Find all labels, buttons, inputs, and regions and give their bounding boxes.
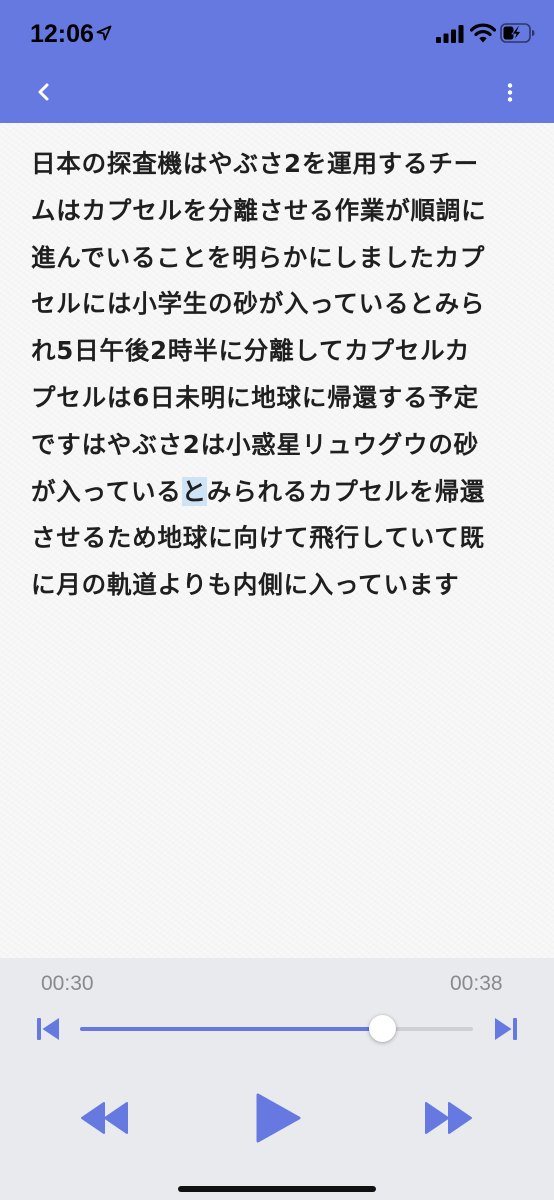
battery-charging-icon — [500, 22, 536, 44]
audio-player: 00:30 00:38 — [0, 958, 554, 1200]
cellular-signal-icon — [436, 25, 464, 43]
back-button[interactable] — [26, 74, 62, 110]
progress-slider[interactable] — [80, 1015, 473, 1042]
skip-to-end-icon — [495, 1018, 517, 1040]
transcript-line: プセルは6日未明に地球に帰還する予定 — [31, 382, 479, 412]
current-time: 00:30 — [41, 972, 94, 995]
rewind-icon — [81, 1102, 128, 1134]
vertical-ellipsis-icon — [507, 83, 513, 102]
transcript-line: が入っているとみられるカプセルを帰還 — [31, 469, 531, 516]
transcript-line: セルには小学生の砂が入っているとみら — [31, 289, 486, 319]
progress-thumb[interactable] — [369, 1015, 396, 1042]
total-time: 00:38 — [450, 972, 503, 995]
wifi-icon — [470, 23, 496, 43]
transcript-line: ムはカプセルを分離させる作業が順調に — [31, 195, 487, 225]
skip-to-start-button[interactable] — [34, 1016, 62, 1042]
transcript-line: 進んでいることを明らかにしましたカプ — [31, 242, 486, 272]
home-indicator[interactable] — [178, 1186, 376, 1192]
rewind-button[interactable] — [80, 1101, 130, 1135]
transcript-segment: が入っている — [31, 476, 182, 506]
transcript-line: 日本の探査機はやぶさ2を運用するチー — [31, 149, 479, 178]
status-time: 12:06 — [30, 20, 94, 48]
skip-to-end-button[interactable] — [492, 1016, 520, 1042]
transcript-line: れ5日午後2時半に分離してカプセルカ — [31, 336, 471, 366]
more-options-button[interactable] — [492, 74, 528, 110]
location-arrow-icon — [96, 25, 112, 41]
transcript-line: に月の軌道よりも内側に入っています — [31, 570, 460, 600]
chevron-left-icon — [38, 83, 49, 101]
current-word-highlight: と — [181, 476, 207, 506]
skip-to-start-icon — [37, 1018, 59, 1040]
progress-fill — [80, 1027, 383, 1031]
fast-forward-icon — [425, 1102, 472, 1134]
play-icon — [256, 1093, 301, 1143]
app-header: 12:06 — [0, 0, 554, 123]
transcript-area[interactable]: 日本の探査機はやぶさ2を運用するチー ムはカプセルを分離させる作業が順調に 進ん… — [0, 123, 554, 958]
transcript-segment: みられるカプセルを帰還 — [206, 476, 486, 506]
play-button[interactable] — [254, 1092, 302, 1144]
transcript-text: 日本の探査機はやぶさ2を運用するチー ムはカプセルを分離させる作業が順調に 進ん… — [31, 141, 531, 609]
nav-bar — [0, 62, 554, 123]
status-bar: 12:06 — [0, 0, 554, 62]
transcript-line: ですはやぶさ2は小惑星リュウグウの砂 — [31, 429, 479, 459]
transcript-line: させるため地球に向けて飛行していて既 — [31, 523, 485, 553]
fast-forward-button[interactable] — [423, 1101, 473, 1135]
